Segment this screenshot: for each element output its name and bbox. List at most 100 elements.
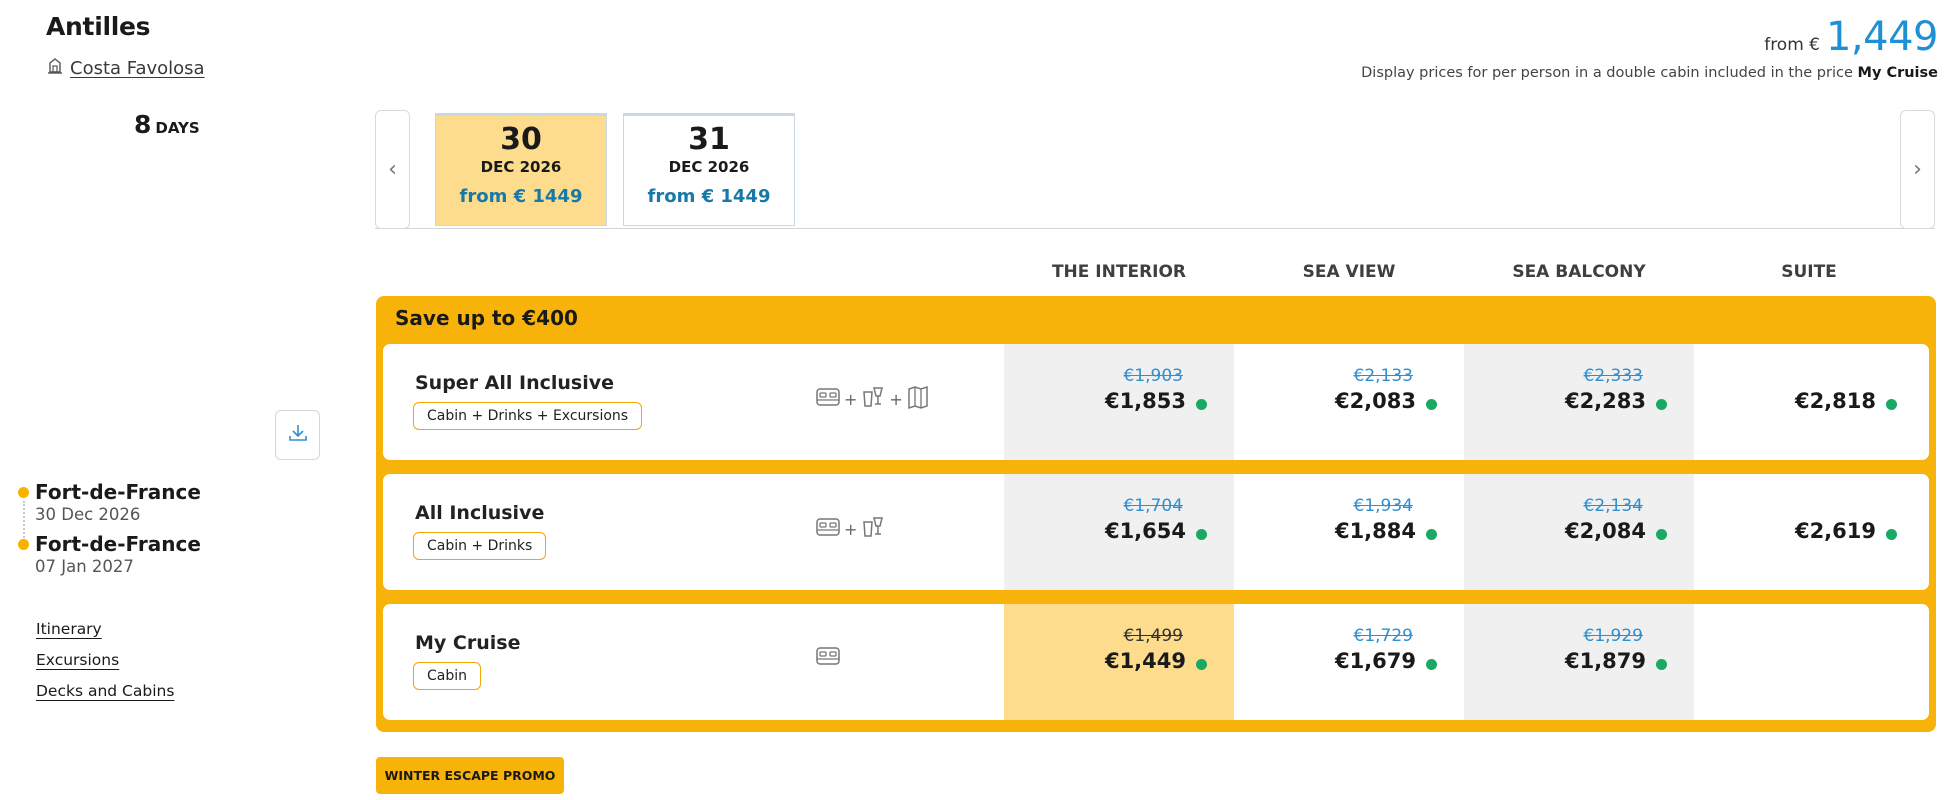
new-price: €2,818 <box>1794 389 1876 413</box>
map-icon <box>906 384 930 414</box>
from-price-value: 1,449 <box>1825 14 1939 60</box>
availability-dot-icon <box>1886 399 1897 410</box>
days-value: 8 <box>134 110 152 139</box>
availability-dot-icon <box>1656 659 1667 670</box>
plus-icon: + <box>889 389 903 409</box>
price-cell[interactable]: €1,729 €1,679 <box>1234 604 1464 720</box>
package-icons: + + <box>815 384 930 414</box>
old-price: €2,333 <box>1583 366 1643 386</box>
availability-dot-icon <box>1886 529 1897 540</box>
bed-icon <box>815 515 841 543</box>
old-price: €1,929 <box>1583 626 1643 646</box>
chevron-left-icon: ‹ <box>388 157 397 182</box>
route: Fort-de-France 30 Dec 2026 Fort-de-Franc… <box>18 480 201 576</box>
plus-icon: + <box>844 389 858 409</box>
price-cell[interactable]: €2,333 €2,283 <box>1464 344 1694 460</box>
package-name: Super All Inclusive <box>415 372 615 394</box>
new-price: €1,679 <box>1334 649 1416 673</box>
package-row-my-cruise: My Cruise Cabin €1,499 €1,449 €1,729 €1,… <box>383 604 1929 720</box>
bed-icon <box>815 644 841 672</box>
route-departure: Fort-de-France 30 Dec 2026 <box>18 480 201 524</box>
price-cell[interactable]: €2,619 <box>1694 474 1924 590</box>
plus-icon: + <box>844 519 858 539</box>
package-row-all-inclusive: All Inclusive Cabin + Drinks + €1,704 €1… <box>383 474 1929 590</box>
side-links: Itinerary Excursions Decks and Cabins <box>36 620 174 713</box>
column-header-interior: THE INTERIOR <box>1051 262 1187 282</box>
promo-title: Save up to €400 <box>395 306 578 330</box>
departure-date: 30 Dec 2026 <box>35 505 141 524</box>
download-button[interactable] <box>275 410 320 460</box>
price-cell[interactable]: €1,929 €1,879 <box>1464 604 1694 720</box>
chevron-right-icon: › <box>1913 157 1922 182</box>
from-price: from € 1,449 <box>1764 14 1938 60</box>
date-day: 30 <box>500 122 542 157</box>
arrival-city: Fort-de-France <box>35 532 201 556</box>
date-selector: ‹ 30 DEC 2026 from € 1449 31 DEC 2026 fr… <box>375 110 1935 229</box>
date-option-1[interactable]: 30 DEC 2026 from € 1449 <box>435 113 607 226</box>
old-price: €1,934 <box>1353 496 1413 516</box>
price-cell[interactable]: €2,134 €2,084 <box>1464 474 1694 590</box>
package-name: All Inclusive <box>415 502 545 524</box>
package-icons <box>815 644 841 672</box>
column-header-sea-view: SEA VIEW <box>1302 262 1396 282</box>
ship-icon <box>46 57 64 80</box>
package-icons: + <box>815 514 886 544</box>
availability-dot-icon <box>1426 399 1437 410</box>
new-price: €2,619 <box>1794 519 1876 543</box>
price-note-text: Display prices for per person in a doubl… <box>1361 65 1853 81</box>
promo-price-table: Save up to €400 Super All Inclusive Cabi… <box>376 296 1936 732</box>
availability-dot-icon <box>1656 399 1667 410</box>
new-price: €1,853 <box>1104 389 1186 413</box>
location-pin-icon <box>18 539 29 550</box>
promo-tag[interactable]: WINTER ESCAPE PROMO <box>376 757 564 794</box>
package-badge: Cabin + Drinks <box>413 532 547 560</box>
next-dates-button[interactable]: › <box>1900 110 1935 229</box>
itinerary-link[interactable]: Itinerary <box>36 620 174 638</box>
price-cell-selected[interactable]: €1,499 €1,449 <box>1004 604 1234 720</box>
package-badge: Cabin <box>413 662 482 690</box>
new-price: €1,449 <box>1104 649 1186 673</box>
prev-dates-button[interactable]: ‹ <box>375 110 410 229</box>
price-cell[interactable]: €2,818 <box>1694 344 1924 460</box>
package-row-super-all-inclusive: Super All Inclusive Cabin + Drinks + Exc… <box>383 344 1929 460</box>
drinks-icon <box>860 514 886 544</box>
decks-and-cabins-link[interactable]: Decks and Cabins <box>36 682 174 700</box>
old-price: €1,903 <box>1123 366 1183 386</box>
ship-link[interactable]: Costa Favolosa <box>46 57 205 80</box>
availability-dot-icon <box>1656 529 1667 540</box>
drinks-icon <box>860 384 886 414</box>
availability-dot-icon <box>1426 529 1437 540</box>
old-price: €1,729 <box>1353 626 1413 646</box>
date-month: DEC 2026 <box>668 158 750 176</box>
column-header-suite: SUITE <box>1781 262 1837 282</box>
price-cell[interactable]: €1,934 €1,884 <box>1234 474 1464 590</box>
route-arrival: Fort-de-France 07 Jan 2027 <box>18 532 201 576</box>
column-header-sea-balcony: SEA BALCONY <box>1512 262 1646 282</box>
price-cell[interactable]: €1,903 €1,853 <box>1004 344 1234 460</box>
excursions-link[interactable]: Excursions <box>36 651 174 669</box>
package-name: My Cruise <box>415 632 521 654</box>
from-price-label: from € <box>1764 35 1820 55</box>
date-month: DEC 2026 <box>480 158 562 176</box>
old-price: €2,133 <box>1353 366 1413 386</box>
new-price: €2,083 <box>1334 389 1416 413</box>
new-price: €1,654 <box>1104 519 1186 543</box>
date-option-2[interactable]: 31 DEC 2026 from € 1449 <box>623 113 795 226</box>
new-price: €1,884 <box>1334 519 1416 543</box>
departure-city: Fort-de-France <box>35 480 201 504</box>
bed-icon <box>815 385 841 413</box>
price-cell[interactable]: €2,133 €2,083 <box>1234 344 1464 460</box>
old-price: €1,704 <box>1123 496 1183 516</box>
download-icon <box>287 422 309 448</box>
price-note-package: My Cruise <box>1857 65 1938 81</box>
date-price: from € 1449 <box>459 186 583 207</box>
new-price: €1,879 <box>1564 649 1646 673</box>
arrival-date: 07 Jan 2027 <box>35 557 134 576</box>
price-cell[interactable]: €1,704 €1,654 <box>1004 474 1234 590</box>
new-price: €2,283 <box>1564 389 1646 413</box>
availability-dot-icon <box>1426 659 1437 670</box>
date-day: 31 <box>688 122 730 157</box>
location-pin-icon <box>18 487 29 498</box>
price-cell-empty <box>1694 604 1924 720</box>
availability-dot-icon <box>1196 659 1207 670</box>
